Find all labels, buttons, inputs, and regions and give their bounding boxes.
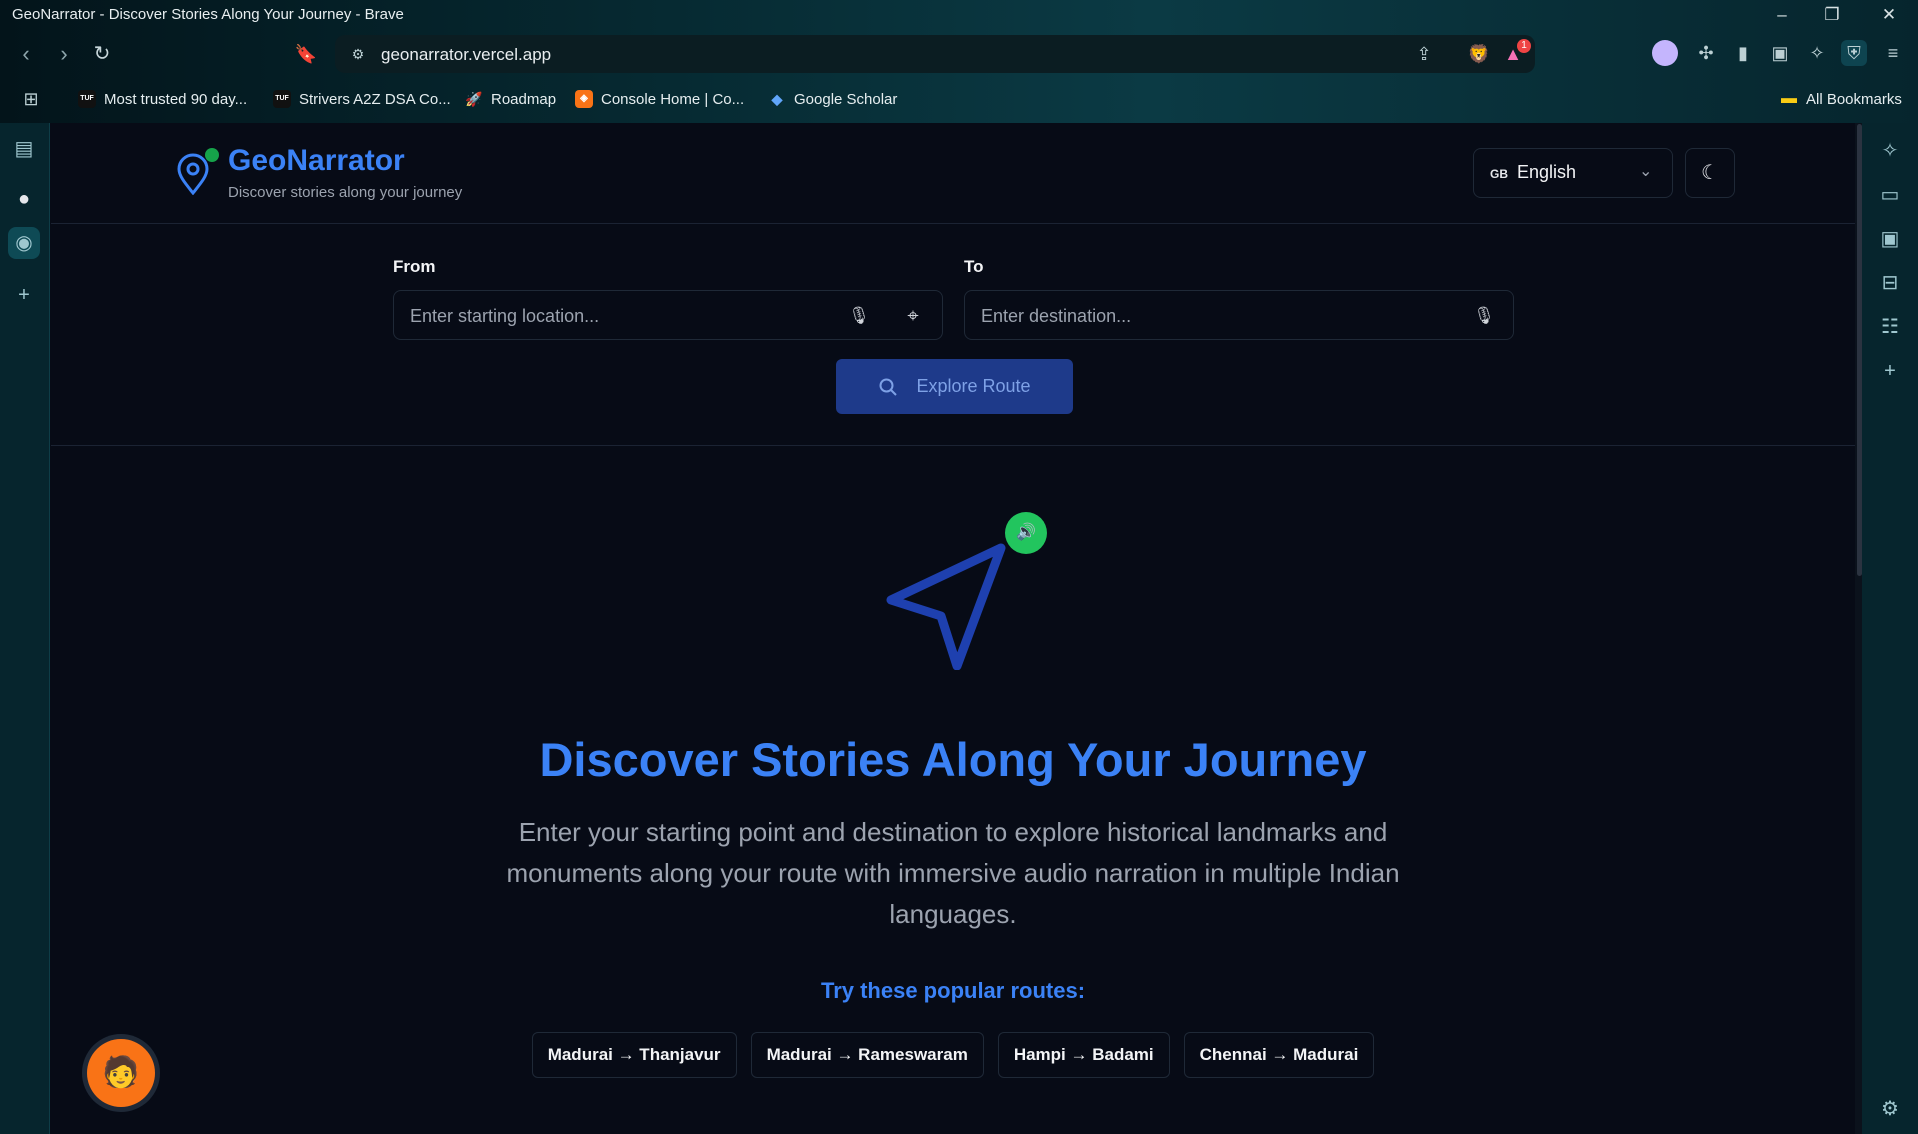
- site-settings-icon[interactable]: ⚙: [345, 41, 371, 67]
- graduation-cap-icon: ◆: [771, 91, 783, 107]
- all-bookmarks[interactable]: ▬ All Bookmarks: [1780, 88, 1902, 110]
- cube-icon: ◈: [575, 90, 593, 108]
- locate-me-icon[interactable]: ⌖: [900, 303, 926, 329]
- explore-route-label: Explore Route: [916, 376, 1031, 396]
- avatar-face-icon: 🧑: [87, 1039, 155, 1107]
- bookmark-icon[interactable]: 🔖: [292, 40, 320, 68]
- brand-name[interactable]: GeoNarrator: [228, 144, 405, 178]
- settings-gear-icon[interactable]: ⚙: [1874, 1093, 1906, 1125]
- forward-icon[interactable]: ›: [50, 40, 78, 68]
- language-select[interactable]: GB English ⌄: [1473, 148, 1673, 198]
- navigation-arrow-icon: [886, 543, 1006, 670]
- sidebar-panel-icon[interactable]: ▤: [8, 133, 40, 165]
- add-panel-icon[interactable]: +: [8, 279, 40, 311]
- to-input[interactable]: Enter destination... 🎙: [964, 290, 1514, 340]
- brand-tagline: Discover stories along your journey: [228, 184, 463, 201]
- address-bar[interactable]: ⚙ geonarrator.vercel.app ⇪ 🦁 ▲ 1: [335, 35, 1535, 73]
- hero-description: Enter your starting point and destinatio…: [506, 817, 1400, 929]
- bookmark-item-2[interactable]: TUF Strivers A2Z DSA Co...: [273, 88, 451, 110]
- github-icon[interactable]: ●: [8, 183, 40, 215]
- bookmark-item-1[interactable]: TUF Most trusted 90 day...: [78, 88, 247, 110]
- add-item-icon[interactable]: +: [1874, 355, 1906, 387]
- brave-shields-icon[interactable]: 🦁: [1466, 41, 1492, 67]
- audio-speaker-icon[interactable]: 🔊: [1005, 512, 1047, 554]
- close-icon[interactable]: ✕: [1877, 4, 1901, 26]
- reload-icon[interactable]: ↻: [88, 40, 116, 68]
- moon-icon: ☾: [1701, 162, 1719, 184]
- share-icon[interactable]: ⇪: [1411, 41, 1437, 67]
- hero-title: Discover Stories Along Your Journey: [539, 733, 1367, 786]
- reading-list-icon[interactable]: ☷: [1874, 311, 1906, 343]
- app-header: GeoNarrator Discover stories along your …: [51, 123, 1855, 224]
- from-placeholder: Enter starting location...: [410, 306, 600, 326]
- web-page: GeoNarrator Discover stories along your …: [51, 123, 1855, 1134]
- bookmarks-panel-icon[interactable]: ⊟: [1874, 267, 1906, 299]
- to-placeholder: Enter destination...: [981, 306, 1132, 326]
- apps-grid-icon[interactable]: ⊞: [18, 86, 44, 112]
- route-chip-chennai-madurai[interactable]: Chennai → Madurai: [1183, 1032, 1375, 1078]
- bookmark-item-4[interactable]: ◈ Console Home | Co...: [575, 88, 744, 110]
- from-label: From: [393, 257, 436, 276]
- alert-badge: 1: [1517, 39, 1531, 53]
- bookmark-item-3[interactable]: 🚀 Roadmap: [465, 88, 556, 110]
- leo-ai-icon[interactable]: ✧: [1804, 40, 1830, 66]
- bookmarks-bar: ⊞ TUF Most trusted 90 day... TUF Striver…: [0, 84, 1918, 114]
- back-icon[interactable]: ‹: [12, 40, 40, 68]
- tuf-icon: TUF: [78, 90, 96, 108]
- bookmark-label: Most trusted 90 day...: [104, 90, 248, 108]
- explore-route-button[interactable]: Explore Route: [836, 359, 1073, 414]
- window-title: GeoNarrator - Discover Stories Along You…: [12, 6, 404, 23]
- globe-icon[interactable]: ◉: [8, 227, 40, 259]
- url-text[interactable]: geonarrator.vercel.app: [381, 45, 551, 65]
- wallet-icon[interactable]: ▣: [1767, 40, 1793, 66]
- sidebar-toggle-icon[interactable]: ▮: [1730, 40, 1756, 66]
- profile-avatar-icon[interactable]: [1652, 40, 1678, 66]
- popular-routes-title: Try these popular routes:: [820, 978, 1086, 1003]
- hero-section: 🔊 Discover Stories Along Your Journey En…: [51, 446, 1855, 1134]
- wallet-panel-icon[interactable]: ▣: [1874, 223, 1906, 255]
- microphone-icon[interactable]: 🎙: [846, 303, 872, 329]
- bookmark-item-5[interactable]: ◆ Google Scholar: [768, 88, 898, 110]
- assistant-avatar-button[interactable]: 🧑: [82, 1034, 160, 1112]
- folder-icon: ▬: [1781, 90, 1797, 107]
- tuf-icon: TUF: [273, 90, 291, 108]
- left-sidebar: ▤ ● ◉ +: [0, 123, 50, 1134]
- bookmark-label: Google Scholar: [794, 90, 898, 108]
- from-input[interactable]: Enter starting location... 🎙 ⌖: [393, 290, 943, 340]
- vpn-shield-icon[interactable]: ⛨: [1841, 40, 1867, 66]
- route-chip-madurai-rameswaram[interactable]: Madurai → Rameswaram: [750, 1032, 984, 1078]
- theme-toggle-button[interactable]: ☾: [1685, 148, 1735, 198]
- to-label: To: [964, 257, 984, 276]
- restore-icon[interactable]: ❐: [1820, 4, 1844, 26]
- popular-routes-list: Madurai → Thanjavur Madurai → Rameswaram…: [51, 1032, 1855, 1078]
- right-sidebar: ✧ ▭ ▣ ⊟ ☷ + ⚙: [1862, 123, 1918, 1134]
- all-bookmarks-label: All Bookmarks: [1806, 90, 1902, 108]
- microphone-icon[interactable]: 🎙: [1471, 303, 1497, 329]
- bookmark-label: Strivers A2Z DSA Co...: [299, 90, 451, 108]
- leo-sparkle-icon[interactable]: ✧: [1874, 135, 1906, 167]
- chevron-down-icon: ⌄: [1639, 163, 1653, 180]
- browser-chrome: GeoNarrator - Discover Stories Along You…: [0, 0, 1918, 123]
- extensions-icon[interactable]: ✣: [1693, 40, 1719, 66]
- navigation-bar: ‹ › ↻ 🔖 ⚙ geonarrator.vercel.app ⇪ 🦁 ▲ 1…: [0, 32, 1918, 74]
- route-search-panel: From Enter starting location... 🎙 ⌖ To E…: [51, 224, 1855, 446]
- video-icon[interactable]: ▭: [1874, 179, 1906, 211]
- status-dot: [205, 148, 219, 162]
- flag-code: GB: [1490, 167, 1508, 181]
- route-chip-hampi-badami[interactable]: Hampi → Badami: [997, 1032, 1170, 1078]
- minimize-icon[interactable]: –: [1770, 4, 1794, 26]
- title-bar: GeoNarrator - Discover Stories Along You…: [0, 0, 1918, 30]
- bookmark-label: Roadmap: [491, 90, 557, 108]
- route-chip-madurai-thanjavur[interactable]: Madurai → Thanjavur: [531, 1032, 737, 1078]
- rocket-icon: 🚀: [465, 91, 483, 107]
- search-icon: [879, 378, 898, 396]
- menu-icon[interactable]: ≡: [1880, 40, 1906, 66]
- language-name: English: [1517, 162, 1577, 182]
- bookmark-label: Console Home | Co...: [601, 90, 745, 108]
